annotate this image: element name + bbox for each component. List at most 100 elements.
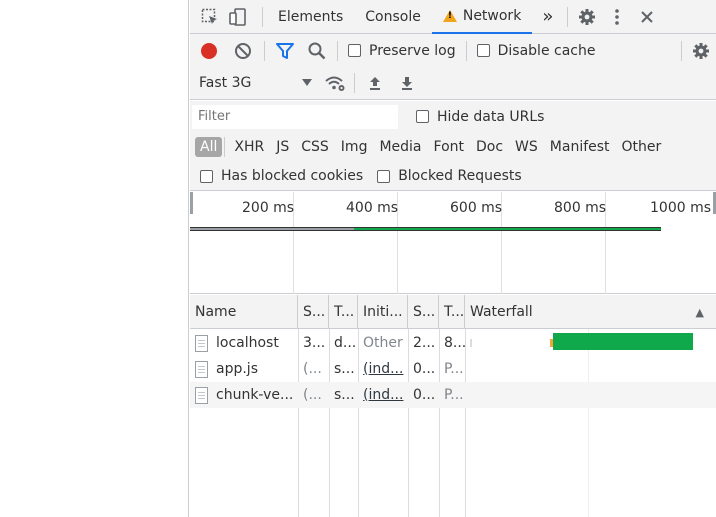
tab-elements[interactable]: Elements xyxy=(267,0,354,34)
row-name: localhost xyxy=(216,335,279,351)
table-row[interactable]: localhost 3... d... Other 2... 8... xyxy=(190,330,716,356)
column-header-size[interactable]: S... xyxy=(408,295,439,329)
kebab-menu-icon[interactable] xyxy=(602,0,632,34)
filter-funnel-icon[interactable] xyxy=(269,34,301,67)
hide-data-urls-checkbox[interactable] xyxy=(416,110,429,123)
tab-network[interactable]: Network xyxy=(431,0,533,34)
row-name: chunk-ve... xyxy=(216,387,294,403)
tab-console[interactable]: Console xyxy=(354,0,432,34)
type-filter-media[interactable]: Media xyxy=(374,137,426,157)
hide-data-urls-label: Hide data URLs xyxy=(437,108,545,125)
row-name-cell[interactable]: chunk-ve... xyxy=(190,382,298,408)
overview-tick-label: 600 ms xyxy=(450,200,503,216)
network-toolbar: Preserve log Disable cache xyxy=(190,34,716,67)
blocked-requests-label: Blocked Requests xyxy=(398,168,522,184)
disable-cache-checkbox[interactable] xyxy=(476,44,490,57)
filter-bar: Hide data URLs xyxy=(190,101,716,132)
resource-type-filters: All XHR JS CSS Img Media Font Doc WS Man… xyxy=(190,132,716,162)
more-tabs-button[interactable]: » xyxy=(532,0,563,34)
row-initiator[interactable]: (ind... xyxy=(358,356,408,382)
throttle-select[interactable]: Fast 3G xyxy=(190,67,320,100)
network-settings-gear-icon[interactable] xyxy=(686,34,716,67)
more-tabs-label: » xyxy=(542,6,554,27)
disable-cache-label: Disable cache xyxy=(497,42,596,59)
blocked-requests-checkbox[interactable] xyxy=(377,169,391,183)
blocked-filters: Has blocked cookies Blocked Requests xyxy=(190,162,716,191)
filter-input[interactable] xyxy=(192,104,398,129)
row-size: 0... xyxy=(413,387,436,403)
timeline-overview[interactable]: 200 ms 400 ms 600 ms 800 ms 1000 ms xyxy=(190,192,716,294)
settings-gear-icon[interactable] xyxy=(572,0,602,34)
close-icon[interactable] xyxy=(632,0,662,34)
overview-tick-label: 400 ms xyxy=(346,200,399,216)
waterfall-header-label: Waterfall xyxy=(470,304,533,320)
row-initiator[interactable]: (ind... xyxy=(358,382,408,408)
has-blocked-cookies-label: Has blocked cookies xyxy=(221,168,364,184)
overview-bar-waiting xyxy=(190,227,354,231)
tab-elements-label: Elements xyxy=(278,8,344,25)
clear-icon[interactable] xyxy=(226,34,260,67)
overview-tick-label: 200 ms xyxy=(242,200,295,216)
overview-left-handle[interactable] xyxy=(190,192,193,214)
row-size: 2... xyxy=(413,335,436,351)
row-time: 8... xyxy=(444,335,465,351)
initiator-link[interactable]: (ind... xyxy=(363,361,403,377)
row-time: P... xyxy=(444,387,464,403)
type-filter-js[interactable]: JS xyxy=(271,137,294,157)
devtools-tab-bar: Elements Console Network » xyxy=(190,0,716,34)
type-filter-font[interactable]: Font xyxy=(429,137,469,157)
type-filter-img[interactable]: Img xyxy=(336,137,373,157)
search-icon[interactable] xyxy=(301,34,333,67)
script-file-icon xyxy=(195,360,208,378)
warning-icon xyxy=(442,9,457,22)
divider xyxy=(567,6,569,27)
column-header-status[interactable]: S... xyxy=(298,295,329,329)
row-time: P... xyxy=(444,361,464,377)
inspect-element-icon[interactable] xyxy=(196,0,224,34)
device-toolbar-icon[interactable] xyxy=(224,0,252,34)
overview-tick-label: 800 ms xyxy=(554,200,607,216)
column-header-initiator[interactable]: Initi... xyxy=(358,295,408,329)
column-header-time[interactable]: T... xyxy=(439,295,465,329)
type-filter-doc[interactable]: Doc xyxy=(471,137,508,157)
row-name: app.js xyxy=(216,361,258,377)
tab-network-label: Network xyxy=(462,7,522,24)
divider xyxy=(264,40,265,61)
table-header: Name S... T... Initi... S... T... Waterf… xyxy=(190,295,716,329)
table-row[interactable]: chunk-ve... (... s... (ind... 0... P... xyxy=(190,382,716,408)
row-name-cell[interactable]: localhost xyxy=(190,330,298,356)
column-header-type[interactable]: T... xyxy=(329,295,358,329)
sort-ascending-icon: ▲ xyxy=(695,305,704,319)
overview-bar-download xyxy=(354,227,661,231)
dropdown-arrow-icon xyxy=(302,79,312,86)
type-filter-css[interactable]: CSS xyxy=(296,137,334,157)
divider xyxy=(337,40,338,61)
row-name-cell[interactable]: app.js xyxy=(190,356,298,382)
type-filter-manifest[interactable]: Manifest xyxy=(545,137,615,157)
table-row[interactable]: app.js (... s... (ind... 0... P... xyxy=(190,356,716,382)
inspected-page xyxy=(0,0,189,517)
column-header-name[interactable]: Name xyxy=(190,295,298,329)
row-status: (... xyxy=(303,387,322,403)
waterfall-bar-queued xyxy=(470,339,472,347)
import-har-upload-icon[interactable] xyxy=(359,67,391,100)
has-blocked-cookies-checkbox[interactable] xyxy=(200,169,213,183)
export-har-download-icon[interactable] xyxy=(391,67,423,100)
initiator-link[interactable]: (ind... xyxy=(363,387,403,403)
requests-table: Name S... T... Initi... S... T... Waterf… xyxy=(190,295,716,517)
type-filter-other[interactable]: Other xyxy=(617,137,667,157)
column-header-waterfall[interactable]: Waterfall ▲ xyxy=(465,295,716,329)
row-initiator: Other xyxy=(363,335,403,351)
row-type: d... xyxy=(334,335,357,351)
type-filter-xhr[interactable]: XHR xyxy=(229,137,269,157)
type-filter-all[interactable]: All xyxy=(195,137,223,157)
record-icon[interactable] xyxy=(192,34,226,67)
row-size: 0... xyxy=(413,361,436,377)
waterfall-bar-download xyxy=(553,333,693,350)
preserve-log-checkbox[interactable] xyxy=(348,44,361,57)
network-conditions-wifi-icon[interactable] xyxy=(320,67,350,100)
type-filter-ws[interactable]: WS xyxy=(510,137,543,157)
divider xyxy=(681,40,682,61)
document-file-icon xyxy=(195,334,208,352)
devtools-panel: Elements Console Network » xyxy=(190,0,716,517)
